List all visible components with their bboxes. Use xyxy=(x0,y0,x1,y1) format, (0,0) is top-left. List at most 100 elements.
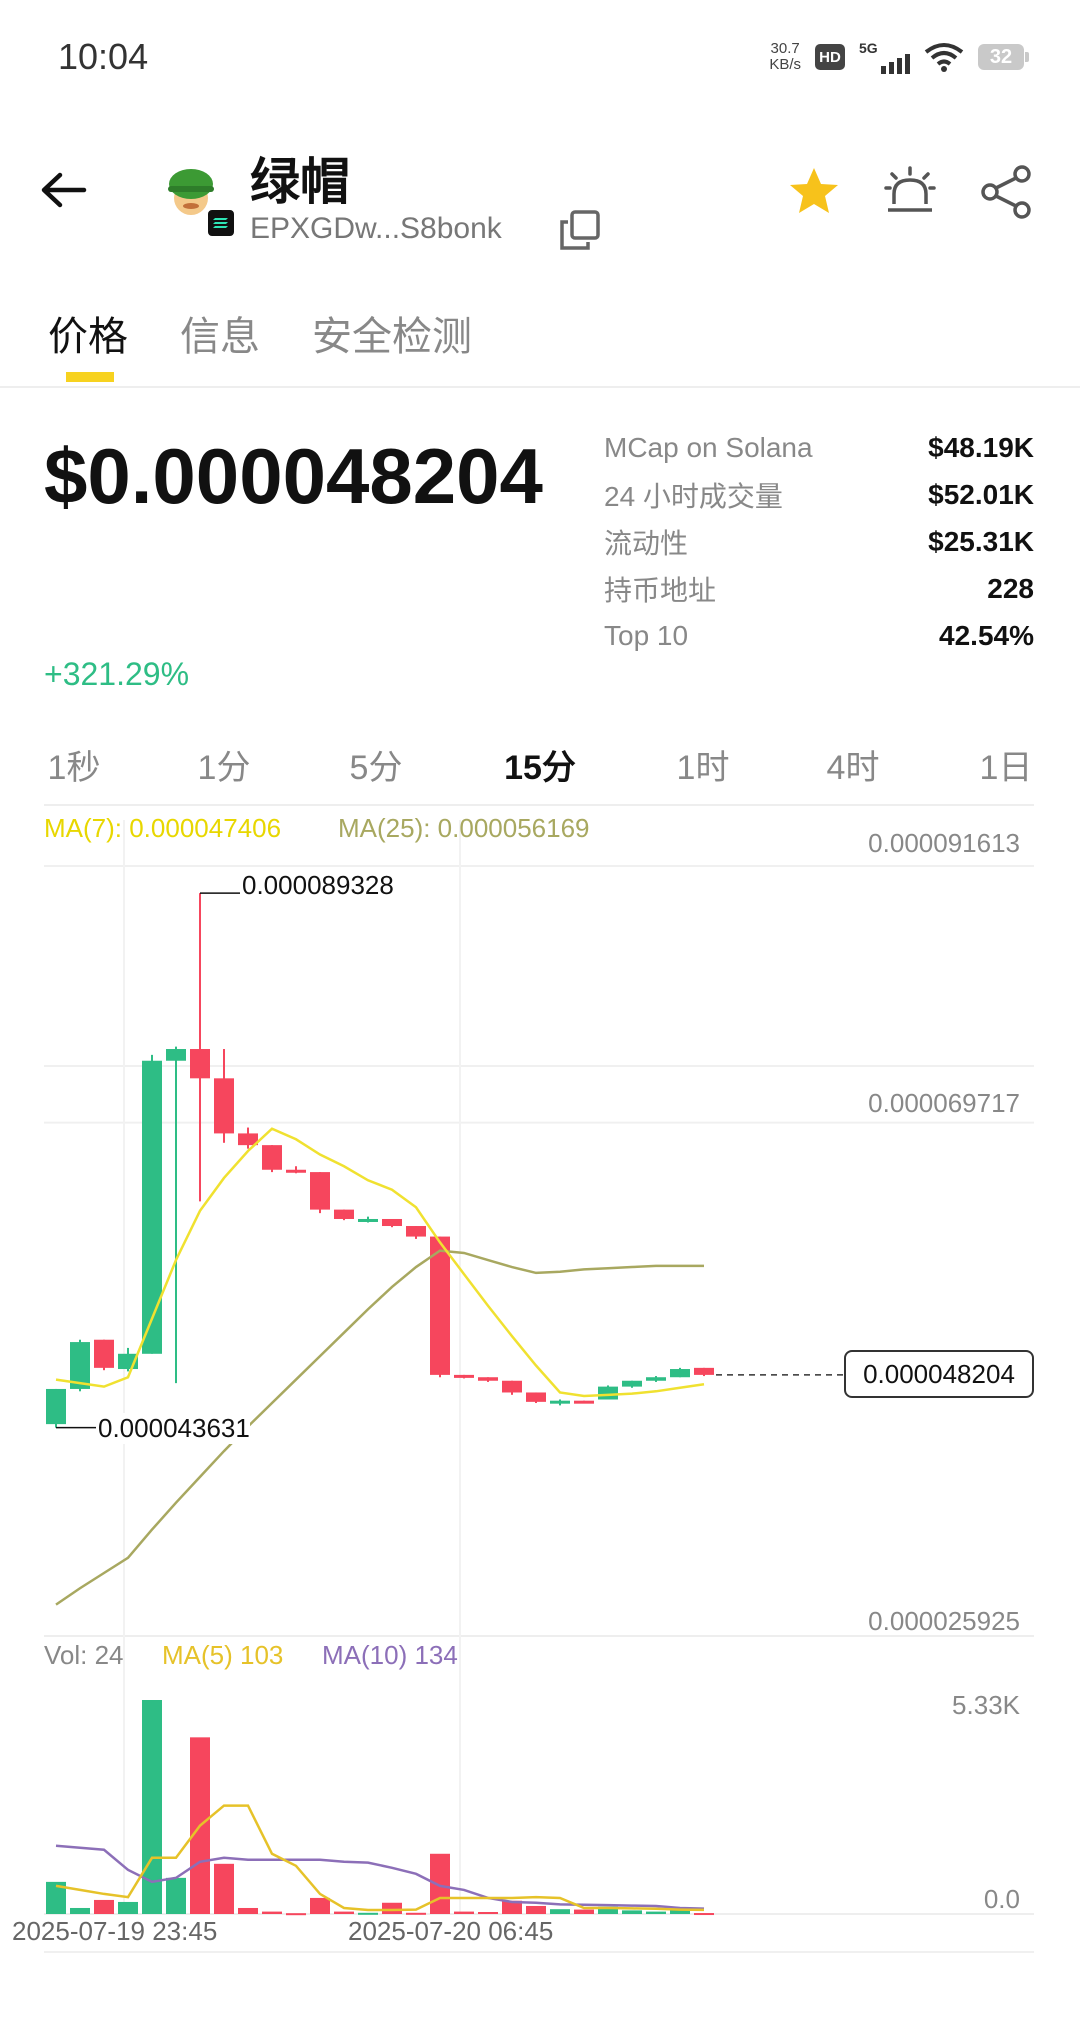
volume-bar xyxy=(166,1877,186,1914)
timeframe-1m[interactable]: 1分 xyxy=(174,740,274,789)
ma25-legend: MA(25): 0.000056169 xyxy=(338,813,590,843)
candle-body xyxy=(406,1226,426,1237)
back-arrow-icon[interactable] xyxy=(36,165,94,215)
stat-row-volume: 24 小时成交量 $52.01K xyxy=(604,471,1034,518)
stat-label: Top 10 xyxy=(604,619,689,651)
volume-bar xyxy=(526,1905,546,1914)
star-icon[interactable] xyxy=(786,164,842,220)
candle-body xyxy=(646,1377,666,1381)
timeframe-15m[interactable]: 15分 xyxy=(490,740,590,789)
volume-bar xyxy=(238,1907,258,1914)
tab-price[interactable]: 价格 xyxy=(48,304,128,362)
volume-bar xyxy=(118,1901,138,1914)
candle-body xyxy=(334,1209,354,1219)
tab-info[interactable]: 信息 xyxy=(180,304,260,362)
volume-legend: Vol: 24 xyxy=(44,1640,124,1670)
status-time: 10:04 xyxy=(58,36,149,77)
tab-security[interactable]: 安全检测 xyxy=(312,304,472,362)
vma10-legend: MA(10) 134 xyxy=(322,1640,458,1670)
volume-bar xyxy=(214,1863,234,1914)
candle-body xyxy=(358,1218,378,1222)
low-price-label: 0.000043631 xyxy=(98,1413,250,1444)
candle-body xyxy=(526,1392,546,1402)
battery-icon: 32 xyxy=(978,44,1029,70)
timeframe-selector: 1秒 1分 5分 15分 1时 4时 1日 xyxy=(0,736,1080,800)
stat-value: $25.31K xyxy=(928,525,1034,557)
candle-body xyxy=(670,1369,690,1378)
net-speed: 30.7 KB/s xyxy=(769,41,801,73)
status-bar: 10:04 30.7 KB/s HD 5G 32 xyxy=(0,0,1080,120)
candle-body xyxy=(214,1078,234,1134)
cellular-signal-icon: 5G xyxy=(859,40,910,74)
network-type: 5G xyxy=(859,40,878,56)
status-icons: 30.7 KB/s HD 5G 32 xyxy=(769,40,1029,74)
copy-icon[interactable] xyxy=(558,208,602,252)
hd-icon: HD xyxy=(815,44,845,70)
timeframe-1h[interactable]: 1时 xyxy=(653,740,753,789)
token-stats: MCap on Solana $48.19K 24 小时成交量 $52.01K … xyxy=(604,424,1034,659)
token-address: EPXGDw...S8bonk xyxy=(250,212,502,245)
volume-bar xyxy=(454,1911,474,1914)
candle-body xyxy=(622,1380,642,1387)
stat-label: MCap on Solana xyxy=(604,431,813,463)
volume-bar xyxy=(622,1910,642,1914)
stat-label: 24 小时成交量 xyxy=(604,480,783,512)
volume-bar xyxy=(406,1912,426,1915)
token-header: 绿帽 EPXGDw...S8bonk xyxy=(0,120,1080,270)
current-price: $0.000048204 xyxy=(44,432,543,520)
volume-bar xyxy=(430,1853,450,1914)
volume-tick-label: 0.0 xyxy=(983,1884,1020,1914)
y-tick-label: 0.000069717 xyxy=(868,1088,1020,1118)
active-tab-indicator xyxy=(66,372,114,382)
volume-bar xyxy=(94,1899,114,1914)
volume-bar xyxy=(694,1913,714,1916)
candle-body xyxy=(574,1400,594,1404)
high-price-label: 0.000089328 xyxy=(242,870,394,901)
ma7-legend: MA(7): 0.000047406 xyxy=(44,813,282,843)
stat-label: 流动性 xyxy=(604,527,689,559)
volume-bar xyxy=(310,1897,330,1914)
volume-bar xyxy=(70,1907,90,1914)
x-tick-label: 2025-07-19 23:45 xyxy=(12,1916,218,1946)
timeframe-1d[interactable]: 1日 xyxy=(956,740,1056,789)
stat-value: 42.54% xyxy=(939,619,1034,651)
volume-bar xyxy=(358,1912,378,1915)
candle-body xyxy=(46,1388,66,1425)
candle-body xyxy=(478,1377,498,1381)
timeframe-5m[interactable]: 5分 xyxy=(326,740,426,789)
candle-body xyxy=(142,1060,162,1354)
stat-row-mcap: MCap on Solana $48.19K xyxy=(604,424,1034,471)
stat-value: $48.19K xyxy=(928,431,1034,463)
volume-bar xyxy=(550,1909,570,1914)
timeframe-1s[interactable]: 1秒 xyxy=(24,740,124,789)
candle-body xyxy=(190,1049,210,1079)
net-speed-unit: KB/s xyxy=(769,56,801,73)
candle-body xyxy=(598,1386,618,1400)
candle-body xyxy=(94,1339,114,1368)
volume-bar xyxy=(646,1911,666,1914)
volume-bar xyxy=(382,1902,402,1914)
candle-body xyxy=(310,1172,330,1210)
stat-row-holders: 持币地址 228 xyxy=(604,565,1034,612)
y-tick-label: 0.000025925 xyxy=(868,1606,1020,1636)
candle-body xyxy=(502,1380,522,1393)
token-name: 绿帽 xyxy=(250,154,350,210)
x-tick-label: 2025-07-20 06:45 xyxy=(348,1916,554,1946)
candle-body xyxy=(286,1169,306,1173)
share-icon[interactable] xyxy=(978,164,1034,220)
stat-row-top10: Top 10 42.54% xyxy=(604,612,1034,659)
wifi-icon xyxy=(924,43,964,72)
volume-bar xyxy=(334,1911,354,1914)
price-change: +321.29% xyxy=(44,656,190,692)
net-speed-value: 30.7 xyxy=(770,40,800,57)
alarm-icon[interactable] xyxy=(882,164,938,220)
candle-body xyxy=(166,1049,186,1061)
y-tick-label: 0.000091613 xyxy=(868,828,1020,858)
timeframe-4h[interactable]: 4时 xyxy=(803,740,903,789)
stat-value: $52.01K xyxy=(928,478,1034,510)
current-price-marker: 0.000048204 xyxy=(844,1350,1034,1398)
candle-body xyxy=(430,1236,450,1375)
candle-body xyxy=(454,1374,474,1378)
volume-bar xyxy=(478,1911,498,1914)
candle-body xyxy=(262,1145,282,1170)
